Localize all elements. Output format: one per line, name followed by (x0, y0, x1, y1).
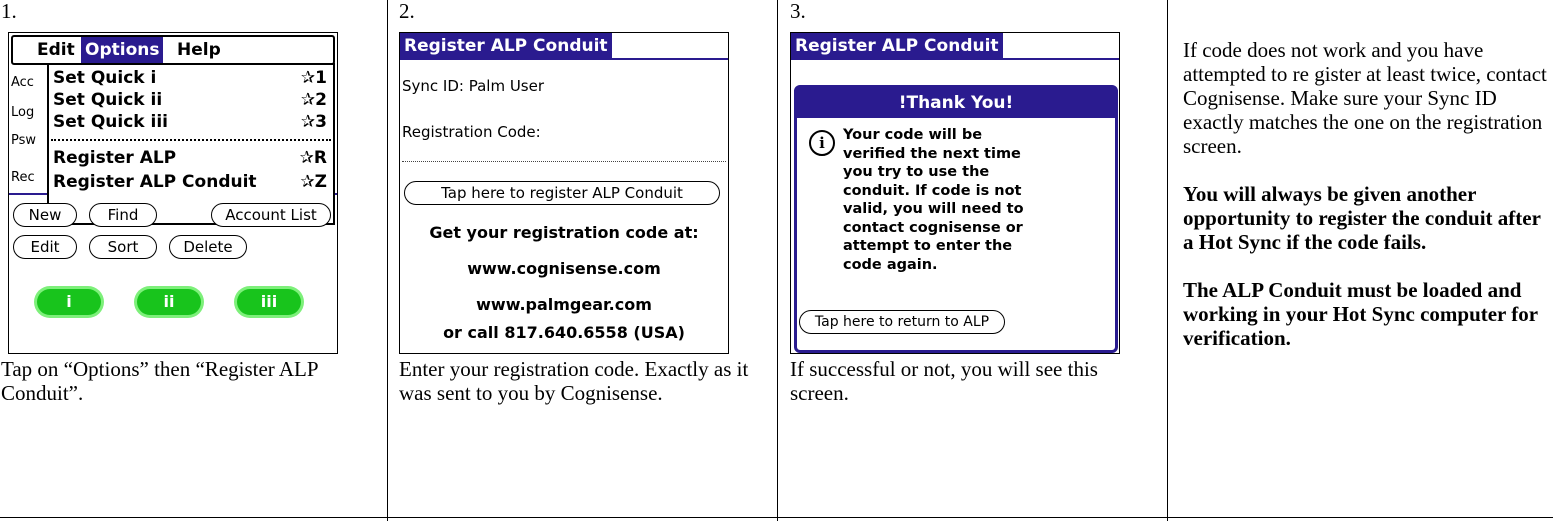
get-code-text: Get your registration code at: (429, 223, 699, 242)
menu-item-label: Set Quick ii (53, 90, 163, 110)
menu-help[interactable]: Help (173, 37, 225, 63)
step-number-3: 3. (790, 0, 806, 23)
column-divider (1167, 0, 1168, 521)
menu-item-label: Register ALP Conduit (53, 172, 257, 192)
find-button[interactable]: Find (89, 203, 157, 227)
note-paragraph: If code does not work and you have attem… (1183, 38, 1547, 158)
dialog-message: Your code will be verified the next time… (843, 126, 1024, 274)
quick-button-i[interactable]: i (37, 289, 101, 315)
field-label: Rec (11, 170, 35, 185)
column-divider (777, 0, 778, 521)
menu-separator (51, 139, 331, 141)
quick-button-ii[interactable]: ii (137, 289, 201, 315)
title-underline (791, 58, 1119, 60)
shortcut-key: ✰R (299, 148, 327, 168)
step-caption-3: If successful or not, you will see this … (790, 357, 1098, 405)
message-line: verified the next time (843, 145, 1021, 162)
menu-item-register-alp[interactable]: Register ALP ✰R (53, 147, 327, 169)
field-label: Acc (11, 75, 34, 90)
menu-edit[interactable]: Edit (33, 37, 79, 63)
column-divider (387, 0, 388, 521)
options-dropdown-menu: Set Quick i ✰1 Set Quick ii ✰2 Set Quick i… (47, 63, 335, 225)
shortcut-key: ✰2 (300, 90, 327, 110)
message-line: conduit. If code is not (843, 182, 1022, 199)
menu-item-set-quick-iii[interactable]: Set Quick iii ✰3 (53, 111, 327, 133)
website-cognisense: www.cognisense.com (467, 259, 661, 278)
menu-item-label: Set Quick iii (53, 112, 168, 132)
screen-title: Register ALP Conduit (791, 33, 1003, 59)
registration-code-label: Registration Code: (402, 123, 541, 141)
info-icon: i (809, 130, 835, 156)
thank-you-dialog: !Thank You! i Your code will be verified… (794, 85, 1118, 353)
title-underline (400, 58, 728, 60)
sort-button[interactable]: Sort (89, 235, 157, 259)
note-bold-opportunity: You will always be given another opportu… (1183, 182, 1541, 254)
phone-text: or call 817.640.6558 (USA) (443, 323, 685, 342)
field-label: Log (11, 105, 35, 120)
message-line: contact cognisense or (843, 219, 1023, 236)
register-conduit-button[interactable]: Tap here to register ALP Conduit (404, 181, 720, 205)
step-number-1: 1. (1, 0, 17, 23)
menu-bar: Edit Options Help (11, 35, 335, 65)
table-bottom-border (0, 517, 1553, 518)
menu-item-set-quick-ii[interactable]: Set Quick ii ✰2 (53, 89, 327, 111)
menu-item-label: Register ALP (53, 148, 177, 168)
palm-screen-register: Register ALP Conduit Sync ID: Palm User … (399, 32, 729, 354)
account-list-button[interactable]: Account List (211, 203, 331, 227)
sync-id-label: Sync ID: Palm User (402, 77, 545, 95)
menu-item-set-quick-i[interactable]: Set Quick i ✰1 (53, 67, 327, 89)
step-caption-1: Tap on “Options” then “Register ALP Cond… (1, 357, 318, 405)
menu-item-register-alp-conduit[interactable]: Register ALP Conduit ✰Z (53, 171, 327, 193)
screen-title: Register ALP Conduit (400, 33, 612, 59)
delete-button[interactable]: Delete (169, 235, 247, 259)
message-line: you try to use the (843, 164, 990, 180)
dialog-title: !Thank You! (797, 88, 1115, 118)
edit-button[interactable]: Edit (13, 235, 77, 259)
message-line: Your code will be (843, 127, 983, 143)
message-line: code again. (843, 256, 938, 273)
return-to-alp-button[interactable]: Tap here to return to ALP (799, 310, 1005, 334)
message-line: valid, you will need to (843, 201, 1024, 217)
step-caption-2: Enter your registration code. Exactly as… (399, 357, 749, 405)
new-button[interactable]: New (13, 203, 77, 227)
registration-code-input[interactable] (402, 161, 726, 162)
menu-item-label: Set Quick i (53, 68, 157, 88)
notes-column: If code does not work and you have attem… (1183, 38, 1553, 350)
website-palmgear: www.palmgear.com (476, 295, 652, 314)
step-number-2: 2. (399, 0, 415, 23)
message-line: attempt to enter the (843, 238, 1013, 254)
shortcut-key: ✰1 (300, 68, 327, 88)
palm-screen-thank-you: Register ALP Conduit !Thank You! i Your … (790, 32, 1120, 354)
note-bold-conduit: The ALP Conduit must be loaded and worki… (1183, 278, 1538, 350)
palm-screen-options-menu: Edit Options Help Acc Log Psw Rec Set Qu… (8, 32, 338, 354)
quick-button-iii[interactable]: iii (237, 289, 301, 315)
shortcut-key: ✰3 (300, 112, 327, 132)
field-label: Psw (11, 133, 37, 148)
menu-options[interactable]: Options (81, 37, 164, 63)
shortcut-key: ✰Z (300, 172, 327, 192)
